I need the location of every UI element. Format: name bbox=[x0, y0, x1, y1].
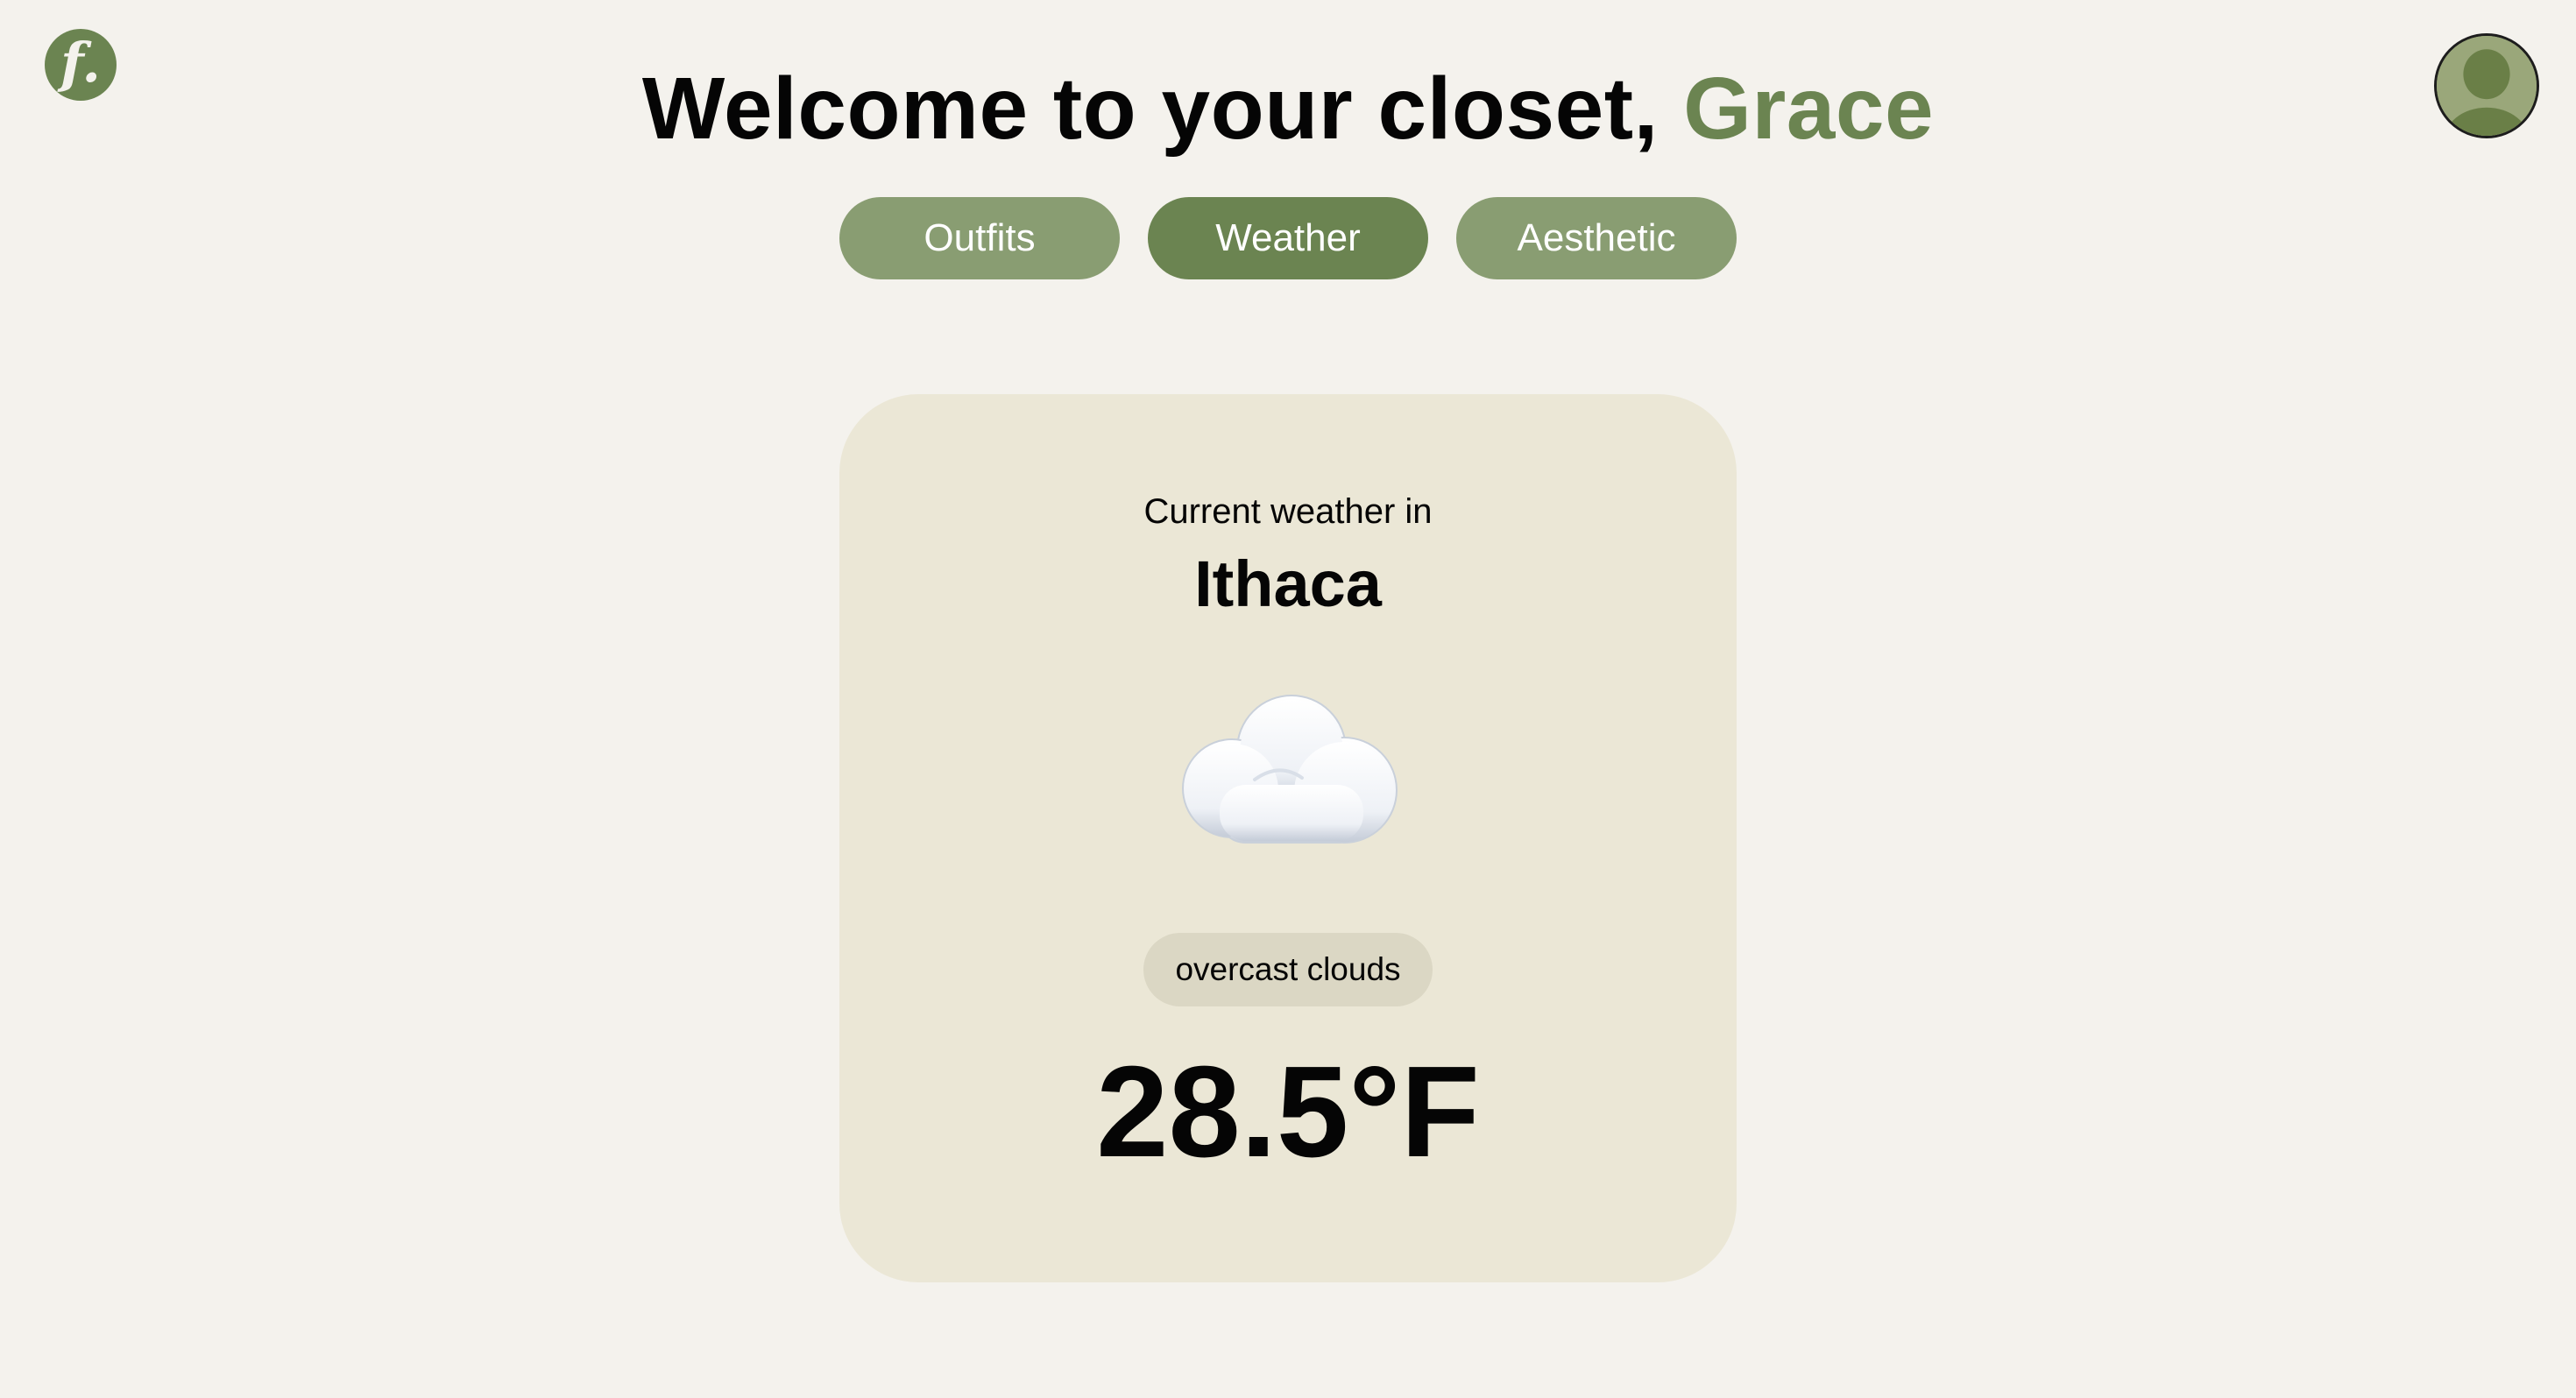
page-title: Welcome to your closet, Grace bbox=[0, 51, 2576, 166]
cloud-icon bbox=[1169, 681, 1405, 857]
main-tabs: Outfits Weather Aesthetic bbox=[839, 197, 1737, 279]
weather-condition-badge: overcast clouds bbox=[1143, 933, 1433, 1006]
weather-temperature: 28.5°F bbox=[1096, 1040, 1480, 1184]
tab-aesthetic[interactable]: Aesthetic bbox=[1456, 197, 1737, 279]
user-name: Grace bbox=[1683, 60, 1935, 158]
tab-outfits[interactable]: Outfits bbox=[839, 197, 1120, 279]
welcome-greeting: Welcome to your closet, bbox=[641, 60, 1659, 158]
user-avatar-icon bbox=[2437, 36, 2537, 136]
weather-card: Current weather in Ithaca overcast cloud… bbox=[839, 394, 1737, 1282]
weather-city: Ithaca bbox=[1194, 547, 1382, 620]
tab-weather[interactable]: Weather bbox=[1148, 197, 1428, 279]
profile-avatar[interactable] bbox=[2434, 33, 2539, 138]
weather-intro: Current weather in bbox=[1143, 492, 1433, 531]
